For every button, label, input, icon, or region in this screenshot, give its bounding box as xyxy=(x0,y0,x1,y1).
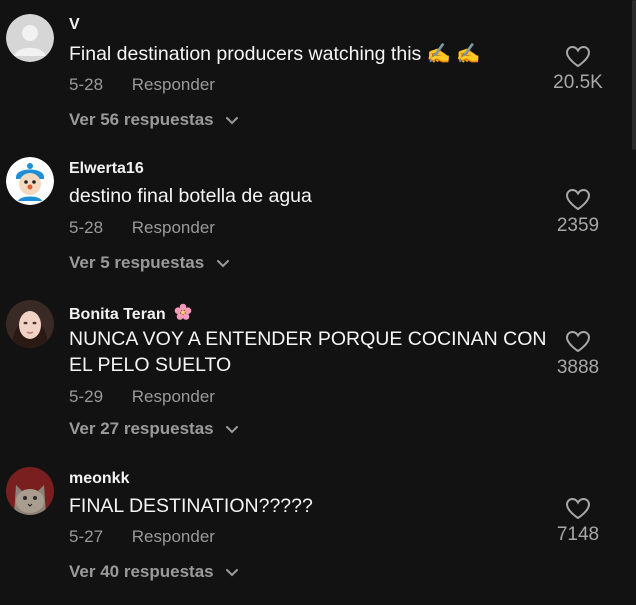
view-replies-label: Ver 56 respuestas xyxy=(69,110,214,129)
chevron-down-icon xyxy=(226,425,239,433)
view-replies-label: Ver 40 respuestas xyxy=(69,562,214,581)
view-replies-button[interactable]: Ver 27 respuestas xyxy=(69,419,239,439)
comment-text: Final destination producers watching thi… xyxy=(69,43,481,65)
cat-avatar-icon xyxy=(6,467,54,515)
heart-icon xyxy=(565,188,591,211)
like-button[interactable]: 7148 xyxy=(538,497,618,546)
view-replies-button[interactable]: Ver 5 respuestas xyxy=(69,253,229,273)
comment-username[interactable]: meonkk xyxy=(69,470,129,488)
comment-meta: 5-28 Responder xyxy=(69,218,215,238)
reply-button[interactable]: Responder xyxy=(132,75,215,94)
comment-text: NUNCA VOY A ENTENDER PORQUE COCINAN CON … xyxy=(69,328,547,376)
heart-icon xyxy=(565,330,591,353)
comment-text: destino final botella de agua xyxy=(69,185,312,207)
view-replies-label: Ver 5 respuestas xyxy=(69,253,205,272)
like-count: 3888 xyxy=(556,357,600,378)
comment-meta: 5-28 Responder xyxy=(69,75,215,95)
comment-username[interactable]: Elwerta16 xyxy=(69,160,144,178)
heart-icon xyxy=(565,497,591,520)
scrollbar[interactable] xyxy=(632,0,636,150)
cartoon-avatar-icon xyxy=(6,157,54,205)
comment-meta: 5-29 Responder xyxy=(69,387,215,407)
like-button[interactable]: 2359 xyxy=(538,188,618,237)
comment-date: 5-27 xyxy=(69,527,104,546)
like-count: 20.5K xyxy=(553,72,603,93)
avatar[interactable] xyxy=(6,300,54,348)
like-button[interactable]: 20.5K xyxy=(538,45,618,94)
reply-button[interactable]: Responder xyxy=(132,527,215,546)
view-replies-button[interactable]: Ver 56 respuestas xyxy=(69,110,239,130)
avatar[interactable] xyxy=(6,14,54,62)
avatar[interactable] xyxy=(6,157,54,205)
chevron-down-icon xyxy=(216,259,229,267)
comment-date: 5-28 xyxy=(69,75,104,94)
comment-meta: 5-27 Responder xyxy=(69,527,215,547)
comment-text: FINAL DESTINATION????? xyxy=(69,495,313,517)
comment-username[interactable]: Bonita Teran xyxy=(69,303,192,324)
chevron-down-icon xyxy=(226,568,239,576)
like-count: 2359 xyxy=(556,215,600,236)
portrait-avatar-icon xyxy=(6,300,54,348)
view-replies-label: Ver 27 respuestas xyxy=(69,419,214,438)
avatar[interactable] xyxy=(6,467,54,515)
like-count: 7148 xyxy=(556,524,600,545)
reply-button[interactable]: Responder xyxy=(132,387,215,406)
comment-date: 5-29 xyxy=(69,387,104,406)
chevron-down-icon xyxy=(226,116,239,124)
reply-button[interactable]: Responder xyxy=(132,218,215,237)
view-replies-button[interactable]: Ver 40 respuestas xyxy=(69,562,239,582)
comments-list: V Final destination producers watching t… xyxy=(0,0,636,605)
comment-date: 5-28 xyxy=(69,218,104,237)
comment-username-text: Bonita Teran xyxy=(69,306,166,323)
heart-icon xyxy=(565,45,591,68)
default-user-icon xyxy=(6,14,54,62)
cherry-blossom-icon xyxy=(174,303,192,320)
comment-username[interactable]: V xyxy=(69,16,80,34)
like-button[interactable]: 3888 xyxy=(538,330,618,379)
